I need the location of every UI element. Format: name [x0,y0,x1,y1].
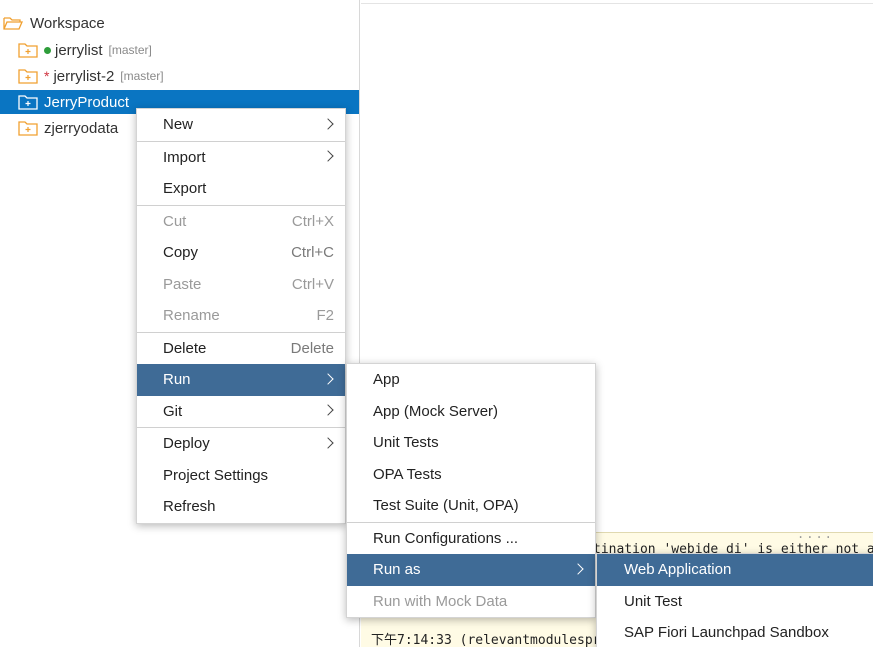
menu-item-cut[interactable]: Cut Ctrl+X [137,206,345,238]
menu-item-run-test-suite[interactable]: Test Suite (Unit, OPA) [347,490,595,522]
run-submenu: App App (Mock Server) Unit Tests OPA Tes… [346,363,596,618]
menu-item-label: Paste [163,275,202,293]
menu-item-web-application[interactable]: Web Application [597,554,873,586]
chevron-right-icon [322,150,334,162]
shortcut-label: Ctrl+C [291,244,334,262]
context-menu: New Import Export Cut Ctrl+X Copy Ctrl+C P… [136,108,346,524]
menu-item-run-with-mock-data[interactable]: Run with Mock Data [347,586,595,618]
menu-item-label: Test Suite (Unit, OPA) [373,497,519,515]
chevron-right-icon [322,437,334,449]
menu-item-project-settings[interactable]: Project Settings [137,460,345,492]
shortcut-label: Ctrl+V [291,275,334,293]
menu-item-fiori-launchpad-sandbox[interactable]: SAP Fiori Launchpad Sandbox [597,617,873,647]
menu-item-copy[interactable]: Copy Ctrl+C [137,237,345,269]
menu-item-paste[interactable]: Paste Ctrl+V [137,269,345,301]
menu-item-rename[interactable]: Rename F2 [137,300,345,332]
menu-item-label: Rename [163,307,220,325]
tree-root-label: Workspace [30,14,105,32]
editor-divider [361,3,873,4]
shortcut-label: Ctrl+X [291,212,334,230]
tree-item-jerrylist[interactable]: jerrylist [master] [0,38,359,62]
menu-item-label: SAP Fiori Launchpad Sandbox [624,624,829,642]
menu-item-label: Run as [373,561,421,579]
menu-item-delete[interactable]: Delete Delete [137,333,345,365]
menu-item-label: Web Application [624,561,732,579]
tree-root-workspace[interactable]: Workspace [0,11,359,35]
menu-item-label: App [373,371,400,389]
menu-item-label: Deploy [163,435,210,453]
menu-item-run-app[interactable]: App [347,364,595,396]
menu-item-label: Refresh [163,498,216,516]
console-log-line: 下午7:14:33 (relevantmodulespr [371,633,601,647]
menu-item-label: Project Settings [163,466,269,484]
menu-item-label: OPA Tests [373,465,442,483]
tree-item-label: jerrylist-2 [53,67,115,85]
menu-item-git[interactable]: Git [137,396,345,428]
project-folder-icon [18,68,38,84]
menu-item-label: Unit Test [624,592,683,610]
console-resize-handle[interactable]: .... [797,527,834,541]
run-as-submenu: Web Application Unit Test SAP Fiori Laun… [596,553,873,647]
project-folder-icon [18,42,38,58]
menu-item-label: Run with Mock Data [373,592,508,610]
open-folder-icon [3,16,23,30]
tree-item-jerrylist-2[interactable]: * jerrylist-2 [master] [0,64,359,88]
shortcut-label: Delete [290,339,334,357]
menu-item-import[interactable]: Import [137,142,345,174]
menu-item-label: Export [163,180,207,198]
menu-item-label: Cut [163,212,187,230]
menu-item-new[interactable]: New [137,109,345,141]
menu-item-refresh[interactable]: Refresh [137,491,345,523]
menu-item-run-app-mock-server[interactable]: App (Mock Server) [347,396,595,428]
menu-item-run-opa-tests[interactable]: OPA Tests [347,459,595,491]
menu-item-label: Git [163,402,183,420]
menu-item-label: Run Configurations ... [373,529,519,547]
chevron-right-icon [322,404,334,416]
menu-item-label: App (Mock Server) [373,402,499,420]
menu-item-label: Copy [163,244,199,262]
git-modified-star-icon: * [44,68,50,84]
menu-item-run-as[interactable]: Run as [347,554,595,586]
project-folder-icon [18,94,38,110]
menu-item-label: Run [163,371,191,389]
chevron-right-icon [572,563,584,575]
menu-item-label: Import [163,148,206,166]
tree-item-label: JerryProduct [44,93,130,111]
menu-item-label: Delete [163,339,207,357]
branch-badge: [master] [108,43,152,57]
project-folder-icon [18,120,38,136]
tree-item-label: zjerryodata [44,119,119,137]
menu-item-run-configurations[interactable]: Run Configurations ... [347,523,595,555]
git-status-dot-icon [44,46,51,54]
tree-item-label: jerrylist [55,41,103,59]
menu-item-export[interactable]: Export [137,173,345,205]
chevron-right-icon [322,118,334,130]
branch-badge: [master] [120,69,164,83]
menu-item-label: Unit Tests [373,434,439,452]
menu-item-label: New [163,116,194,134]
chevron-right-icon [322,373,334,385]
shortcut-label: F2 [316,307,334,325]
menu-item-unit-test[interactable]: Unit Test [597,586,873,618]
menu-item-run-unit-tests[interactable]: Unit Tests [347,427,595,459]
menu-item-run[interactable]: Run [137,364,345,396]
menu-item-deploy[interactable]: Deploy [137,428,345,460]
